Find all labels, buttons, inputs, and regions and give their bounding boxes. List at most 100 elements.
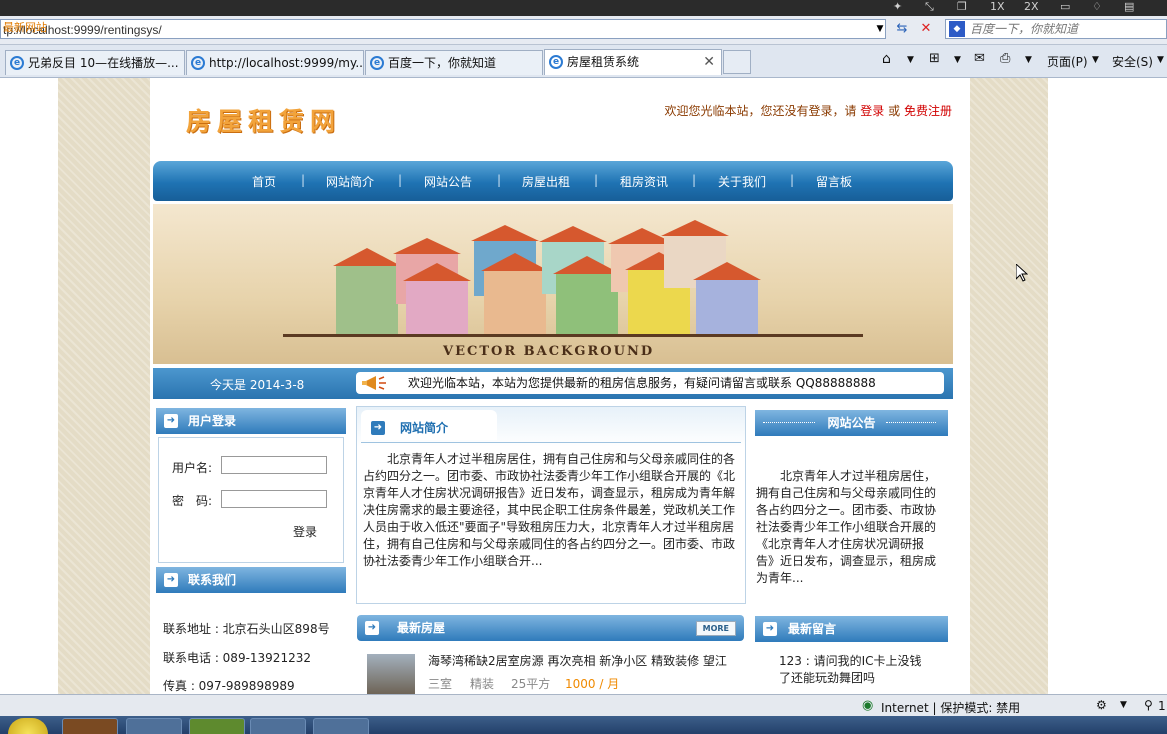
feed-dropdown-icon[interactable]: ▼ bbox=[954, 55, 961, 65]
taskbar-app-icon[interactable] bbox=[62, 718, 118, 734]
login-button[interactable]: 登录 bbox=[293, 524, 317, 541]
url-input[interactable]: tp://localhost:9999/rentingsys/ 最新网站 bbox=[0, 19, 886, 39]
new-tab-button[interactable] bbox=[723, 50, 751, 74]
tab-renting-system[interactable]: e 房屋租赁系统 ✕ bbox=[544, 49, 722, 75]
address-overlay-text: 最新网站 bbox=[3, 22, 47, 34]
mouse-cursor-icon bbox=[1016, 264, 1028, 282]
dotted-decoration bbox=[763, 422, 815, 423]
taskbar-app-icon[interactable] bbox=[189, 718, 245, 734]
arrow-right-icon: ➜ bbox=[164, 573, 178, 587]
contact-box: 联系地址 : 北京石头山区898号 联系电话 : 089-13921232 传真… bbox=[156, 596, 346, 694]
arrow-right-icon: ➜ bbox=[371, 421, 385, 435]
zoom-1x-label[interactable]: 1X bbox=[990, 0, 1005, 14]
house-price: 1000 / 月 bbox=[565, 677, 620, 691]
announcement-title: 网站公告 bbox=[827, 416, 876, 430]
feed-icon[interactable]: ⊞ bbox=[929, 51, 940, 66]
megaphone-icon bbox=[362, 376, 386, 390]
window-icon[interactable]: ▭ bbox=[1060, 0, 1070, 14]
taskbar-app-icon[interactable] bbox=[126, 718, 182, 734]
username-label: 用户名: bbox=[172, 461, 213, 475]
security-zone-text[interactable]: Internet | 保护模式: 禁用 bbox=[881, 699, 1020, 716]
pin-icon[interactable]: ✦ bbox=[893, 0, 902, 14]
security-dropdown-icon[interactable]: ▼ bbox=[1120, 700, 1127, 710]
nav-announcement[interactable]: 网站公告 bbox=[424, 173, 472, 190]
more-button[interactable]: MORE bbox=[695, 621, 736, 636]
tab-baidu[interactable]: e 百度一下，你就知道 bbox=[365, 50, 543, 75]
zoom-icon[interactable]: ⚲ bbox=[1144, 698, 1153, 712]
tab-localhost[interactable]: e http://localhost:9999/my... bbox=[186, 50, 364, 75]
tab-label: http://localhost:9999/my... bbox=[209, 56, 364, 70]
resize-icon[interactable]: ⤡ bbox=[925, 0, 934, 14]
taskbar bbox=[0, 716, 1167, 734]
message-item[interactable]: 123 : 请问我的IC卡上没钱了还能玩劲舞团吗 bbox=[779, 653, 933, 687]
password-input[interactable] bbox=[221, 490, 327, 508]
print-icon[interactable]: ⎙ bbox=[1000, 51, 1010, 66]
refresh-icon[interactable]: ⇆ bbox=[893, 20, 911, 38]
nav-rent-out[interactable]: 房屋出租 bbox=[522, 173, 570, 190]
login-box: 用户名: 密 码: 登录 bbox=[158, 437, 344, 563]
copy-icon[interactable]: ❐ bbox=[957, 0, 967, 14]
announcement-text: 北京青年人才过半租房居住，拥有自己住房和与父母亲戚同住的各占约四分之一。团市委、… bbox=[756, 469, 937, 585]
banner-arrow-line bbox=[283, 334, 863, 337]
mail-icon[interactable]: ✉ bbox=[974, 51, 985, 66]
safety-menu[interactable]: 安全(S) bbox=[1112, 53, 1153, 70]
date-text: 今天是 2014-3-8 bbox=[210, 378, 305, 392]
home-icon[interactable]: ⌂ bbox=[882, 51, 891, 67]
page-dropdown-icon[interactable]: ▼ bbox=[1092, 55, 1099, 65]
start-button[interactable] bbox=[8, 718, 48, 734]
close-tab-icon[interactable]: ✕ bbox=[703, 50, 715, 74]
house-illustration bbox=[403, 263, 471, 336]
info-bar: 今天是 2014-3-8 欢迎光临本站，本站为您提供最新的租房信息服务，有疑问请… bbox=[153, 368, 953, 399]
tab-video[interactable]: e 兄弟反目 10—在线播放—... bbox=[5, 50, 185, 75]
print-dropdown-icon[interactable]: ▼ bbox=[1025, 55, 1032, 65]
dropdown-arrow-icon[interactable]: ▼ bbox=[871, 20, 889, 38]
safety-dropdown-icon[interactable]: ▼ bbox=[1157, 55, 1164, 65]
ie-icon: e bbox=[549, 55, 563, 69]
nav-about[interactable]: 关于我们 bbox=[718, 173, 766, 190]
password-label: 密 码: bbox=[172, 494, 213, 508]
search-input[interactable]: ◆ 百度一下，你就知道 bbox=[945, 19, 1167, 39]
house-illustration bbox=[693, 262, 761, 336]
nav-separator: | bbox=[692, 173, 697, 187]
stop-icon[interactable]: ✕ bbox=[917, 20, 935, 38]
bulb-icon[interactable]: ♢ bbox=[1092, 0, 1102, 14]
tab-label: 房屋租赁系统 bbox=[567, 55, 640, 69]
house-title-link[interactable]: 海琴湾稀缺2居室房源 再次亮相 新净小区 精致装修 望江 bbox=[428, 653, 727, 670]
login-box-title: 用户登录 bbox=[188, 414, 237, 428]
ie-icon: e bbox=[191, 56, 205, 70]
taskbar-ie-icon[interactable] bbox=[313, 718, 369, 734]
taskbar-app-icon[interactable] bbox=[250, 718, 306, 734]
site-logo[interactable]: 房屋租赁网 bbox=[186, 102, 341, 138]
arrow-right-icon: ➜ bbox=[763, 622, 777, 636]
home-dropdown-icon[interactable]: ▼ bbox=[907, 55, 914, 65]
search-placeholder: 百度一下，你就知道 bbox=[970, 22, 1079, 36]
main-nav: 首页 | 网站简介 | 网站公告 | 房屋出租 | 租房资讯 | 关于我们 | … bbox=[153, 161, 953, 201]
tab-bar: e 兄弟反目 10—在线播放—... e http://localhost:99… bbox=[0, 45, 1167, 78]
ie-icon: e bbox=[370, 56, 384, 70]
register-link[interactable]: 免费注册 bbox=[904, 104, 952, 118]
divider bbox=[361, 442, 741, 443]
house-illustration bbox=[333, 248, 401, 336]
house-thumbnail[interactable] bbox=[367, 654, 415, 694]
arrow-right-icon: ➜ bbox=[164, 414, 178, 428]
ie-icon: e bbox=[10, 56, 24, 70]
menu-icon[interactable]: ▤ bbox=[1124, 0, 1134, 14]
intro-box: ➜ 网站简介 北京青年人才过半租房居住，拥有自己住房和与父母亲戚同住的各占约四分… bbox=[356, 406, 746, 604]
zoom-level[interactable]: 1 bbox=[1158, 699, 1166, 713]
nav-news[interactable]: 租房资讯 bbox=[620, 173, 668, 190]
nav-separator: | bbox=[398, 173, 403, 187]
zoom-2x-label[interactable]: 2X bbox=[1024, 0, 1039, 14]
login-link[interactable]: 登录 bbox=[860, 104, 884, 118]
nav-guestbook[interactable]: 留言板 bbox=[816, 173, 852, 190]
page-viewport: 房屋租赁网 欢迎您光临本站，您还没有登录，请 登录 或 免费注册 首页 | 网站… bbox=[0, 78, 1167, 694]
site-container: 房屋租赁网 欢迎您光临本站，您还没有登录，请 登录 或 免费注册 首页 | 网站… bbox=[150, 78, 970, 694]
nav-separator: | bbox=[594, 173, 599, 187]
page-menu[interactable]: 页面(P) bbox=[1047, 53, 1088, 70]
nav-separator: | bbox=[790, 173, 795, 187]
latest-messages-title: 最新留言 bbox=[788, 622, 837, 636]
nav-intro[interactable]: 网站简介 bbox=[326, 173, 374, 190]
username-input[interactable] bbox=[221, 456, 327, 474]
address-bar: tp://localhost:9999/rentingsys/ 最新网站 ▼ ⇆… bbox=[0, 16, 1167, 45]
security-icon[interactable]: ⚙ bbox=[1096, 698, 1107, 712]
nav-home[interactable]: 首页 bbox=[252, 173, 276, 190]
